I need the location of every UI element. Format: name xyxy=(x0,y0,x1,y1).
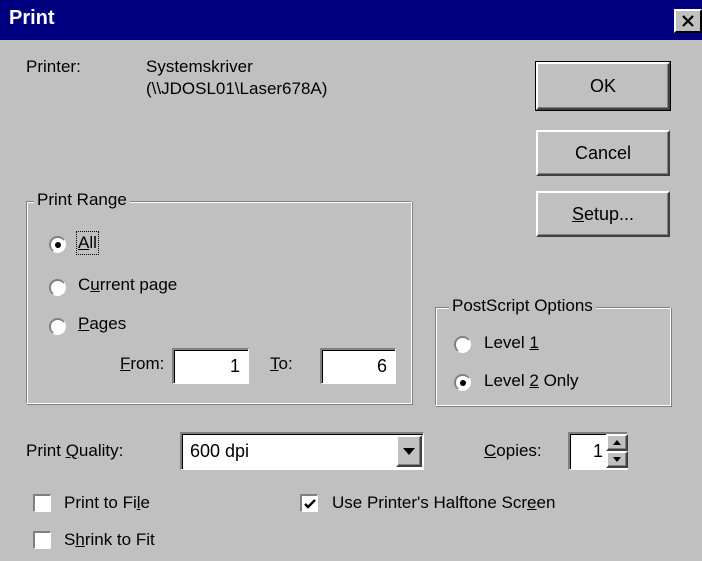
pages-radio[interactable] xyxy=(49,318,66,335)
to-label: To: xyxy=(270,354,293,373)
print-quality-label: Print Quality: xyxy=(26,441,124,460)
setup-button-label: Setup... xyxy=(571,204,635,224)
printer-path: (\\JDOSL01\Laser678A) xyxy=(146,79,328,98)
from-label: From: xyxy=(120,354,165,373)
current-page-radio[interactable] xyxy=(49,279,66,296)
dialog-title: Print xyxy=(9,7,55,29)
ok-button[interactable]: OK xyxy=(535,61,671,111)
level1-radio[interactable] xyxy=(454,336,471,353)
cancel-button-label: Cancel xyxy=(574,143,632,163)
postscript-group xyxy=(435,307,671,406)
print-to-file-checkbox[interactable] xyxy=(33,494,51,512)
printer-name: Systemskriver xyxy=(146,57,253,76)
close-button[interactable] xyxy=(674,9,702,33)
copies-label: Copies: xyxy=(484,441,542,460)
ok-button-label: OK xyxy=(589,76,616,96)
pages-label[interactable]: Pages xyxy=(78,314,126,334)
halftone-label[interactable]: Use Printer's Halftone Screen xyxy=(332,493,555,513)
copies-up-button[interactable] xyxy=(606,434,628,451)
checkmark-icon xyxy=(304,499,316,509)
chevron-down-icon xyxy=(613,457,621,462)
level2-radio[interactable] xyxy=(454,374,471,391)
chevron-up-icon xyxy=(613,440,621,445)
current-page-label[interactable]: Current page xyxy=(78,275,177,295)
setup-button[interactable]: Setup... xyxy=(536,191,670,237)
to-input[interactable]: 6 xyxy=(320,348,396,384)
close-icon xyxy=(682,15,694,27)
level2-label[interactable]: Level 2 Only xyxy=(484,371,579,391)
level1-label[interactable]: Level 1 xyxy=(484,333,539,353)
print-quality-select[interactable]: 600 dpi xyxy=(180,432,424,470)
copies-spinner[interactable] xyxy=(606,434,628,468)
print-quality-value: 600 dpi xyxy=(190,441,250,461)
print-quality-dropdown-button[interactable] xyxy=(396,435,422,467)
from-input[interactable]: 1 xyxy=(172,348,249,384)
print-to-file-label[interactable]: Print to File xyxy=(64,493,150,513)
title-bar: Print xyxy=(0,0,702,40)
print-range-label: Print Range xyxy=(34,190,130,210)
cancel-button[interactable]: Cancel xyxy=(536,130,670,176)
all-radio[interactable] xyxy=(49,236,66,253)
shrink-to-fit-label[interactable]: Shrink to Fit xyxy=(64,530,155,550)
shrink-to-fit-checkbox[interactable] xyxy=(33,531,51,549)
postscript-label: PostScript Options xyxy=(449,296,596,316)
all-label[interactable]: All xyxy=(76,231,99,255)
printer-label: Printer: xyxy=(26,57,81,76)
chevron-down-icon xyxy=(403,448,415,455)
halftone-checkbox[interactable] xyxy=(300,494,318,512)
copies-down-button[interactable] xyxy=(606,451,628,468)
